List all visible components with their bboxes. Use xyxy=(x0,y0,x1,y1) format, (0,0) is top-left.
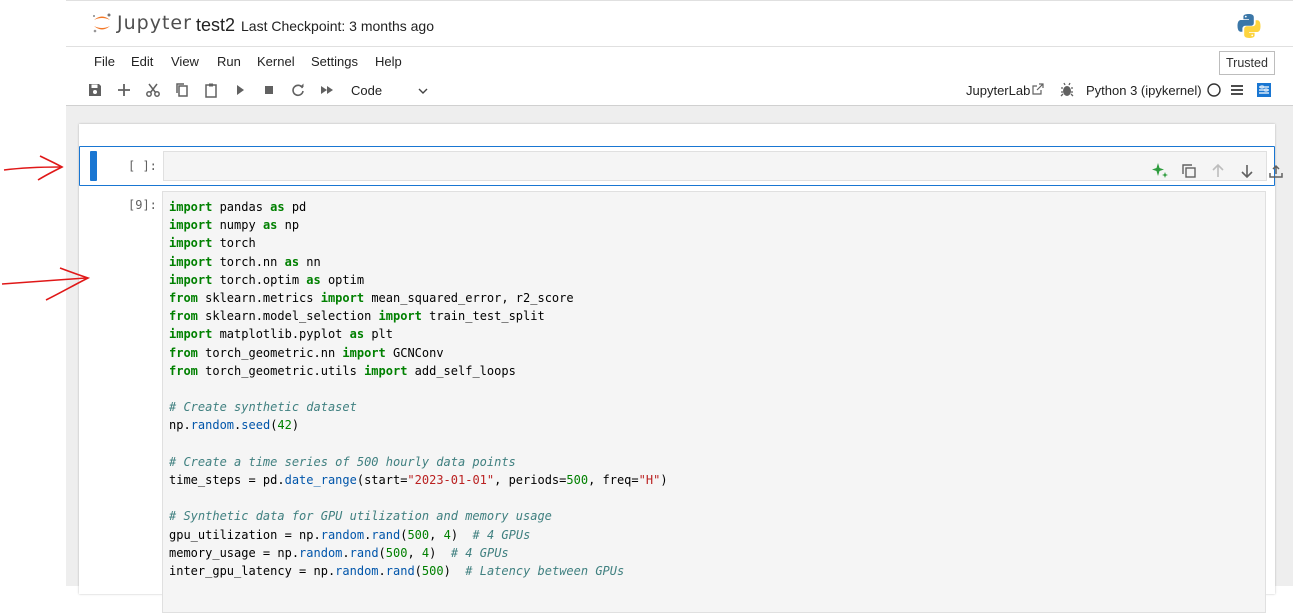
menu-bar: File Edit View Run Kernel Settings Help … xyxy=(66,46,1293,76)
cell-input[interactable] xyxy=(163,151,1283,181)
insert-cell-icon[interactable] xyxy=(116,82,132,98)
jupyterlab-link[interactable]: JupyterLab xyxy=(966,83,1030,98)
chevron-down-icon[interactable] xyxy=(417,85,429,97)
menu-view[interactable]: View xyxy=(171,54,199,69)
restart-icon[interactable] xyxy=(290,82,306,98)
save-icon[interactable] xyxy=(87,82,103,98)
trusted-indicator[interactable]: Trusted xyxy=(1219,51,1275,75)
cell-input[interactable]: import pandas as pd import numpy as np i… xyxy=(162,191,1266,613)
code-source: import pandas as pd import numpy as np i… xyxy=(169,200,668,579)
notebook-name[interactable]: test2 xyxy=(196,15,235,36)
annotation-arrow-1 xyxy=(3,155,64,181)
move-up-icon[interactable] xyxy=(1207,161,1229,181)
python-logo-icon xyxy=(1237,14,1261,38)
external-link-icon[interactable] xyxy=(1032,83,1044,95)
header: Jupyter test2 Last Checkpoint: 3 months … xyxy=(66,0,1293,47)
cell-collapser[interactable] xyxy=(90,151,97,181)
menu-file[interactable]: File xyxy=(94,54,115,69)
jupyter-app: Jupyter test2 Last Checkpoint: 3 months … xyxy=(66,0,1293,613)
cell-type-select[interactable]: Code xyxy=(351,83,382,98)
property-inspector-icon[interactable] xyxy=(1256,82,1272,98)
notebook-toolbar: Code JupyterLab Python 3 (ipykernel) xyxy=(66,75,1293,106)
jupyter-logo[interactable]: Jupyter xyxy=(91,12,192,34)
cut-icon[interactable] xyxy=(145,82,161,98)
code-cell[interactable]: [9]: import pandas as pd import numpy as… xyxy=(79,188,1273,613)
copy-icon[interactable] xyxy=(174,82,190,98)
jupyter-logo-icon xyxy=(93,13,111,33)
stop-icon[interactable] xyxy=(261,82,277,98)
menu-settings[interactable]: Settings xyxy=(311,54,358,69)
cell-toolbar xyxy=(1149,161,1293,181)
active-empty-cell[interactable]: [ ]: xyxy=(79,146,1283,186)
cell-prompt: [ ]: xyxy=(128,159,157,173)
paste-icon[interactable] xyxy=(203,82,219,98)
move-down-icon[interactable] xyxy=(1236,161,1258,181)
menu-kernel[interactable]: Kernel xyxy=(257,54,295,69)
menu-run[interactable]: Run xyxy=(217,54,241,69)
debugger-icon[interactable] xyxy=(1059,82,1075,98)
jupyter-logo-text: Jupyter xyxy=(117,12,192,34)
menu-lines-icon[interactable] xyxy=(1229,82,1245,98)
last-checkpoint: Last Checkpoint: 3 months ago xyxy=(241,18,435,34)
kernel-name[interactable]: Python 3 (ipykernel) xyxy=(1086,83,1202,98)
menu-edit[interactable]: Edit xyxy=(131,54,153,69)
ai-sparkle-icon[interactable] xyxy=(1149,161,1171,181)
annotation-arrow-2 xyxy=(1,267,91,301)
cell-prompt: [9]: xyxy=(128,198,157,212)
fast-forward-icon[interactable] xyxy=(319,82,335,98)
run-icon[interactable] xyxy=(232,82,248,98)
kernel-status-icon xyxy=(1207,83,1221,97)
notebook-panel: [ ]: [9]: import pandas as pd import num… xyxy=(79,124,1283,613)
menu-help[interactable]: Help xyxy=(375,54,402,69)
insert-above-icon[interactable] xyxy=(1265,161,1287,181)
duplicate-cell-icon[interactable] xyxy=(1178,161,1200,181)
